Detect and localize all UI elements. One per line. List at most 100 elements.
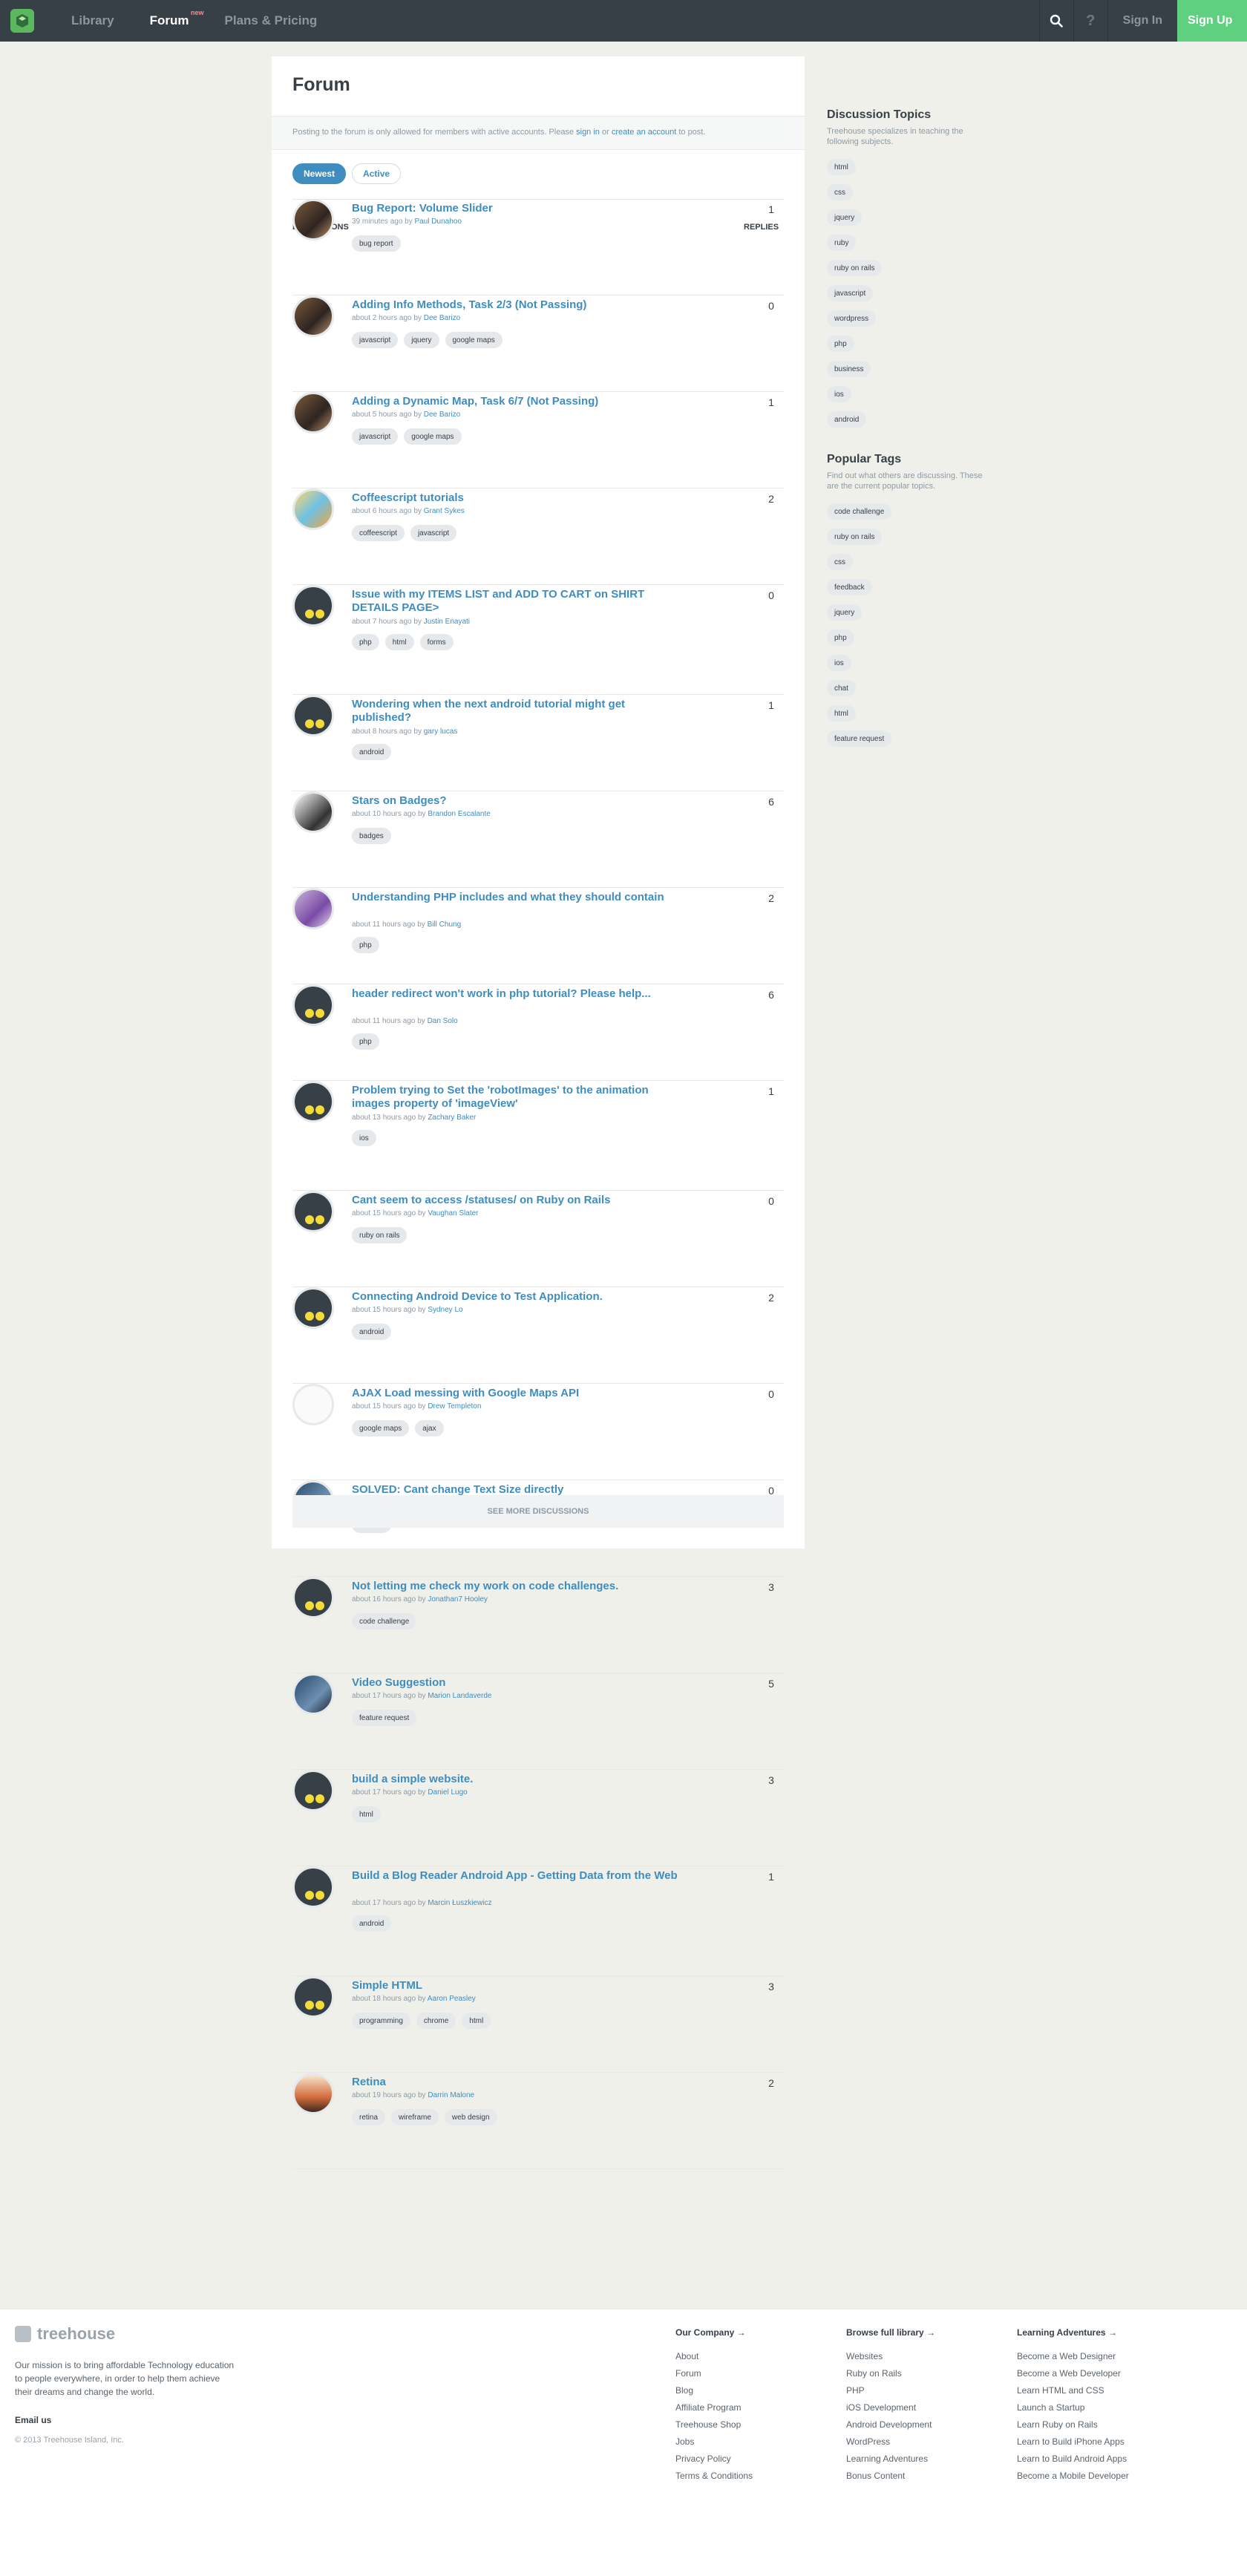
- avatar[interactable]: [292, 695, 334, 736]
- sign-in-link[interactable]: Sign In: [1107, 0, 1177, 42]
- help-button[interactable]: ?: [1073, 0, 1107, 42]
- tag-pill[interactable]: ios: [352, 1130, 376, 1146]
- author-link[interactable]: Grant Sykes: [424, 507, 465, 515]
- thread-title-link[interactable]: header redirect won't work in php tutori…: [352, 987, 678, 1001]
- topic-tag[interactable]: php: [827, 336, 854, 352]
- popular-tag[interactable]: feedback: [827, 579, 872, 595]
- tag-pill[interactable]: ruby on rails: [352, 1227, 408, 1243]
- author-link[interactable]: Aaron Peasley: [428, 1995, 476, 2003]
- author-link[interactable]: Dan Solo: [428, 1017, 458, 1025]
- adventures-title[interactable]: Learning Adventures →: [1017, 2327, 1129, 2338]
- tag-pill[interactable]: code challenge: [352, 1613, 417, 1629]
- footer-link[interactable]: Become a Mobile Developer: [1017, 2468, 1129, 2485]
- topic-tag[interactable]: ruby: [827, 235, 857, 251]
- avatar[interactable]: [292, 1384, 334, 1425]
- footer-link[interactable]: Bonus Content: [846, 2468, 935, 2485]
- popular-tag[interactable]: chat: [827, 680, 856, 696]
- tag-pill[interactable]: wireframe: [391, 2109, 439, 2125]
- tag-pill[interactable]: retina: [352, 2109, 386, 2125]
- thread-title-link[interactable]: Build a Blog Reader Android App - Gettin…: [352, 1869, 678, 1883]
- topic-tag[interactable]: ios: [827, 386, 851, 402]
- avatar[interactable]: [292, 888, 334, 929]
- thread-title-link[interactable]: Adding Info Methods, Task 2/3 (Not Passi…: [352, 298, 678, 312]
- footer-link[interactable]: Android Development: [846, 2416, 935, 2433]
- tag-pill[interactable]: jquery: [404, 332, 439, 348]
- tag-pill[interactable]: php: [352, 634, 379, 650]
- avatar[interactable]: [292, 1191, 334, 1232]
- thread-title-link[interactable]: Adding a Dynamic Map, Task 6/7 (Not Pass…: [352, 395, 678, 408]
- topic-tag[interactable]: wordpress: [827, 310, 877, 327]
- topic-tag[interactable]: business: [827, 361, 871, 377]
- author-link[interactable]: Dee Barizo: [424, 314, 460, 322]
- filter-newest[interactable]: Newest: [292, 163, 347, 184]
- nav-plans[interactable]: Plans & Pricing: [225, 13, 318, 28]
- tag-pill[interactable]: coffeescript: [352, 525, 405, 541]
- footer-link[interactable]: Learn to Build iPhone Apps: [1017, 2433, 1129, 2451]
- footer-link[interactable]: Learn to Build Android Apps: [1017, 2451, 1129, 2468]
- sign-up-button[interactable]: Sign Up: [1177, 0, 1247, 42]
- popular-tag[interactable]: jquery: [827, 604, 863, 621]
- footer-link[interactable]: Become a Web Developer: [1017, 2365, 1129, 2382]
- author-link[interactable]: Vaughan Slater: [428, 1209, 478, 1217]
- thread-title-link[interactable]: Understanding PHP includes and what they…: [352, 891, 678, 904]
- author-link[interactable]: Bill Chung: [428, 921, 462, 929]
- topic-tag[interactable]: css: [827, 184, 853, 200]
- avatar[interactable]: [292, 1866, 334, 1908]
- thread-title-link[interactable]: Bug Report: Volume Slider: [352, 202, 678, 215]
- footer-link[interactable]: Terms & Conditions: [675, 2468, 753, 2485]
- thread-title-link[interactable]: Connecting Android Device to Test Applic…: [352, 1290, 678, 1304]
- thread-title-link[interactable]: Simple HTML: [352, 1979, 678, 1993]
- tag-pill[interactable]: javascript: [352, 428, 399, 445]
- footer-link[interactable]: Become a Web Designer: [1017, 2348, 1129, 2365]
- footer-link[interactable]: Privacy Policy: [675, 2451, 753, 2468]
- avatar[interactable]: [292, 1673, 334, 1715]
- popular-tag[interactable]: ruby on rails: [827, 529, 883, 545]
- avatar[interactable]: [292, 199, 334, 241]
- popular-tag[interactable]: feature request: [827, 730, 892, 747]
- footer-link[interactable]: Ruby on Rails: [846, 2365, 935, 2382]
- footer-link[interactable]: Learning Adventures: [846, 2451, 935, 2468]
- avatar[interactable]: [292, 791, 334, 833]
- avatar[interactable]: [292, 1287, 334, 1329]
- treehouse-logo[interactable]: [10, 9, 34, 33]
- tag-pill[interactable]: html: [352, 1806, 381, 1823]
- topic-tag[interactable]: javascript: [827, 285, 874, 301]
- tag-pill[interactable]: html: [462, 2013, 491, 2029]
- author-link[interactable]: Drew Templeton: [428, 1402, 481, 1410]
- footer-link[interactable]: PHP: [846, 2382, 935, 2399]
- topic-tag[interactable]: html: [827, 159, 856, 175]
- avatar[interactable]: [292, 1770, 334, 1811]
- tag-pill[interactable]: chrome: [416, 2013, 456, 2029]
- thread-title-link[interactable]: Video Suggestion: [352, 1676, 678, 1690]
- author-link[interactable]: Zachary Baker: [428, 1114, 476, 1122]
- avatar[interactable]: [292, 585, 334, 627]
- thread-title-link[interactable]: Retina: [352, 2076, 678, 2089]
- nav-forum[interactable]: Forum new: [150, 9, 204, 28]
- tag-pill[interactable]: php: [352, 937, 379, 953]
- search-button[interactable]: [1038, 0, 1073, 42]
- filter-active[interactable]: Active: [352, 163, 402, 184]
- author-link[interactable]: Marcin Łuszkiewicz: [428, 1899, 491, 1907]
- thread-title-link[interactable]: AJAX Load messing with Google Maps API: [352, 1387, 678, 1400]
- author-link[interactable]: Sydney Lo: [428, 1306, 462, 1314]
- footer-link[interactable]: Treehouse Shop: [675, 2416, 753, 2433]
- thread-title-link[interactable]: Problem trying to Set the 'robotImages' …: [352, 1084, 678, 1111]
- tag-pill[interactable]: php: [352, 1033, 379, 1050]
- notice-sign-in-link[interactable]: sign in: [576, 128, 600, 137]
- avatar[interactable]: [292, 488, 334, 530]
- thread-title-link[interactable]: Coffeescript tutorials: [352, 491, 678, 505]
- avatar[interactable]: [292, 1081, 334, 1122]
- footer-link[interactable]: Launch a Startup: [1017, 2399, 1129, 2416]
- avatar[interactable]: [292, 1976, 334, 2018]
- tag-pill[interactable]: bug report: [352, 235, 401, 252]
- popular-tag[interactable]: ios: [827, 655, 851, 671]
- tag-pill[interactable]: web design: [444, 2109, 497, 2125]
- footer-brand[interactable]: treehouse: [15, 2324, 115, 2344]
- popular-tag[interactable]: code challenge: [827, 503, 892, 520]
- thread-title-link[interactable]: Wondering when the next android tutorial…: [352, 698, 678, 725]
- avatar[interactable]: [292, 984, 334, 1026]
- popular-tag[interactable]: css: [827, 554, 853, 570]
- footer-link[interactable]: Learn HTML and CSS: [1017, 2382, 1129, 2399]
- footer-link[interactable]: WordPress: [846, 2433, 935, 2451]
- tag-pill[interactable]: google maps: [404, 428, 462, 445]
